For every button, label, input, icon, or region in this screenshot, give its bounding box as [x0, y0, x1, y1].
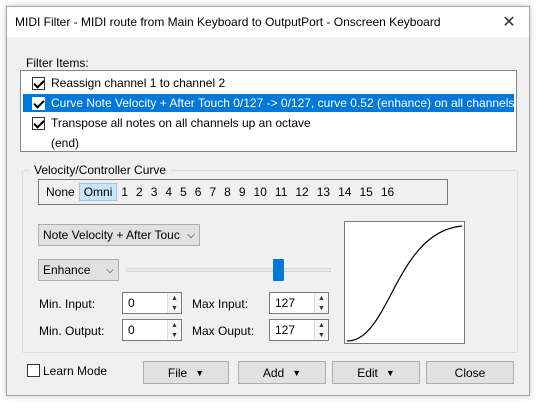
channel-tab-4[interactable]: 4 [161, 183, 176, 201]
channel-tab-15[interactable]: 15 [355, 183, 376, 201]
channel-tab-8[interactable]: 8 [220, 183, 235, 201]
file-button-label: File [167, 365, 188, 380]
channel-tab-12[interactable]: 12 [291, 183, 312, 201]
channel-tab-omni[interactable]: Omni [78, 183, 118, 201]
checkbox[interactable] [32, 76, 45, 90]
channel-tab-3[interactable]: 3 [147, 183, 162, 201]
channel-tab-11[interactable]: 11 [271, 183, 291, 201]
channel-tab-7[interactable]: 7 [205, 183, 220, 201]
filter-items-label: Filter Items: [26, 56, 89, 70]
target-select-value: Note Velocity + After Touc [43, 228, 180, 242]
max-input-value[interactable]: 127 [270, 293, 314, 313]
end-label: (end) [51, 136, 80, 150]
max-output-label: Max Ouput: [192, 324, 255, 338]
add-button-label: Add [262, 365, 285, 380]
mode-select[interactable]: Enhance ⌵ [38, 259, 119, 281]
min-output-value[interactable]: 0 [123, 320, 167, 340]
mode-select-value: Enhance [43, 263, 91, 277]
filter-item-selected[interactable]: Curve Note Velocity + After Touch 0/127 … [23, 94, 514, 112]
curve-line [346, 225, 463, 342]
curve-preview [344, 221, 465, 344]
channel-tab-none[interactable]: None [42, 183, 79, 201]
channel-tab-1[interactable]: 1 [117, 183, 132, 201]
channel-tab-2[interactable]: 2 [132, 183, 147, 201]
target-select[interactable]: Note Velocity + After Touc ⌵ [38, 224, 200, 246]
caret-down-icon: ▼ [292, 367, 302, 378]
spin-arrows-icon[interactable]: ▲ ▼ [167, 293, 181, 313]
filter-item-label: Transpose all notes on all channels up a… [51, 116, 311, 130]
max-input-label: Max Input: [192, 297, 249, 311]
channel-selector[interactable]: None Omni 1 2 3 4 5 6 7 8 9 10 11 12 13 … [38, 179, 448, 205]
window-title: MIDI Filter - MIDI route from Main Keybo… [15, 15, 441, 29]
max-input-spinner[interactable]: 127 ▲ ▼ [269, 292, 329, 314]
spin-arrows-icon[interactable]: ▲ ▼ [167, 320, 181, 340]
filter-item-label: Curve Note Velocity + After Touch 0/127 … [51, 96, 515, 110]
title-bar: MIDI Filter - MIDI route from Main Keybo… [7, 7, 529, 37]
spin-arrows-icon[interactable]: ▲ ▼ [314, 320, 328, 340]
curve-slider-thumb[interactable] [273, 259, 284, 281]
channel-tab-6[interactable]: 6 [191, 183, 206, 201]
filter-item[interactable]: Transpose all notes on all channels up a… [23, 114, 514, 132]
spin-arrows-icon[interactable]: ▲ ▼ [314, 293, 328, 313]
filter-items-list[interactable]: Reassign channel 1 to channel 2 Curve No… [20, 70, 517, 152]
channel-tab-10[interactable]: 10 [250, 183, 271, 201]
curve-slider-track[interactable] [126, 268, 331, 272]
min-input-spinner[interactable]: 0 ▲ ▼ [122, 292, 182, 314]
close-icon[interactable]: ✕ [489, 7, 529, 37]
filter-item[interactable]: Reassign channel 1 to channel 2 [23, 74, 514, 92]
add-button[interactable]: Add ▼ [238, 361, 326, 384]
channel-tab-9[interactable]: 9 [235, 183, 250, 201]
channel-tab-13[interactable]: 13 [313, 183, 334, 201]
edit-button-label: Edit [357, 365, 378, 380]
curve-group-title: Velocity/Controller Curve [30, 163, 171, 177]
filter-item-end[interactable]: (end) [23, 134, 514, 152]
min-input-label: Min. Input: [39, 297, 96, 311]
close-button[interactable]: Close [426, 361, 514, 384]
file-button[interactable]: File ▼ [143, 361, 229, 384]
channel-tab-14[interactable]: 14 [334, 183, 355, 201]
learn-mode-label: Learn Mode [43, 364, 108, 378]
checkbox[interactable] [32, 96, 45, 110]
checkbox[interactable] [32, 116, 45, 130]
max-output-value[interactable]: 127 [270, 320, 314, 340]
learn-mode-checkbox[interactable] [27, 364, 40, 377]
min-output-label: Min. Output: [39, 324, 105, 338]
min-output-spinner[interactable]: 0 ▲ ▼ [122, 319, 182, 341]
edit-button[interactable]: Edit ▼ [332, 361, 420, 384]
close-button-label: Close [454, 365, 486, 380]
max-output-spinner[interactable]: 127 ▲ ▼ [269, 319, 329, 341]
caret-down-icon: ▼ [385, 367, 395, 378]
channel-tab-5[interactable]: 5 [176, 183, 191, 201]
curve-graph [346, 225, 463, 342]
min-input-value[interactable]: 0 [123, 293, 167, 313]
chevron-down-icon: ⌵ [187, 229, 195, 241]
filter-item-label: Reassign channel 1 to channel 2 [51, 76, 226, 90]
caret-down-icon: ▼ [195, 367, 205, 378]
chevron-down-icon: ⌵ [106, 264, 114, 276]
channel-tab-16[interactable]: 16 [377, 183, 398, 201]
